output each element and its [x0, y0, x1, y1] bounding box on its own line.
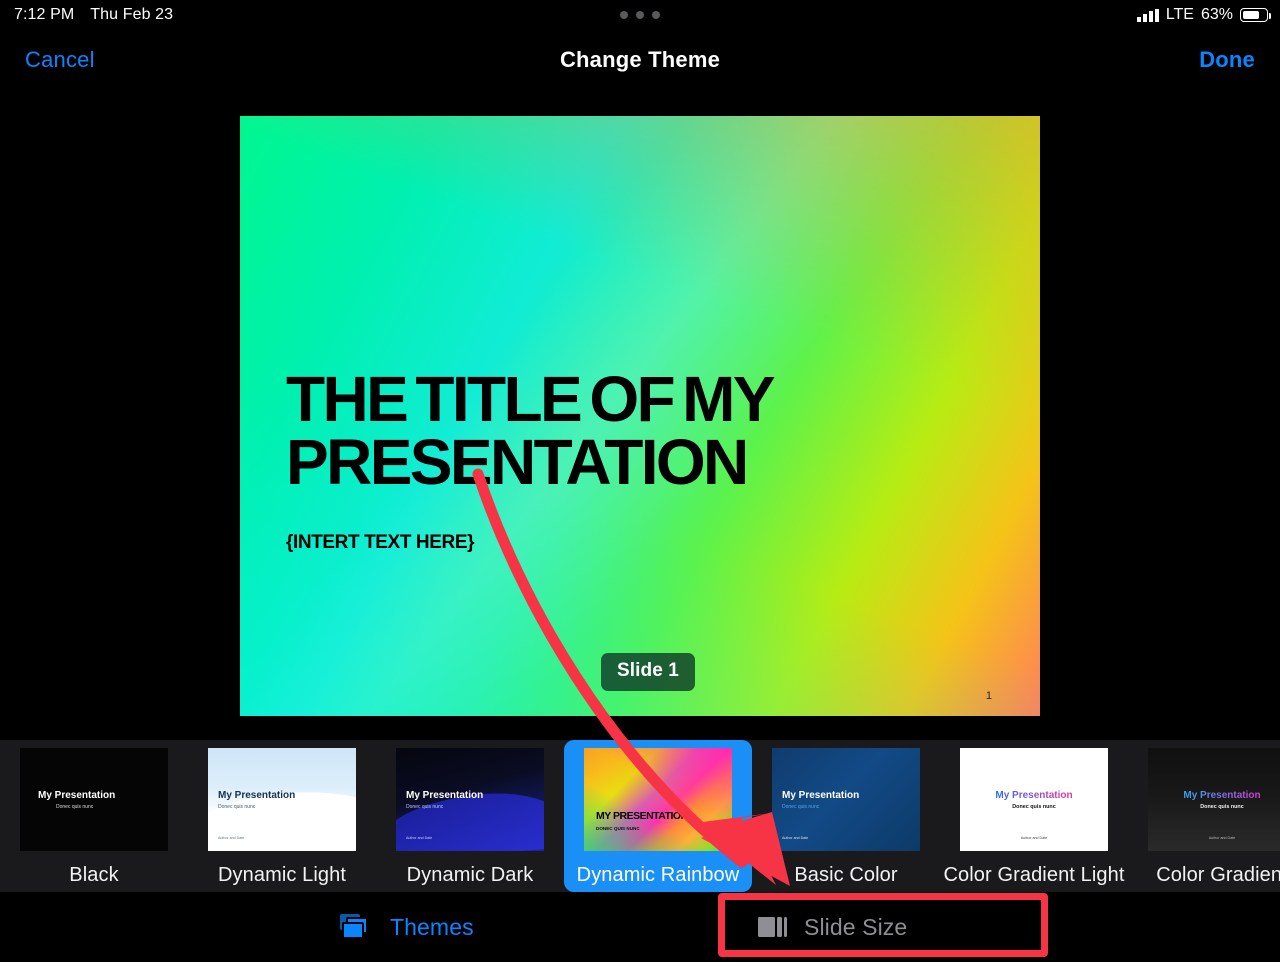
thumb-subtitle: Donec quis nunc: [218, 804, 256, 810]
slide-page-number: 1: [985, 690, 992, 702]
thumb-subtitle: Donec quis nunc: [1012, 804, 1056, 810]
battery-percent-label: 63%: [1200, 6, 1233, 23]
theme-option-basic-color[interactable]: My Presentation Donec quis nunc Author a…: [752, 740, 940, 892]
theme-label: Color Gradient Light: [943, 864, 1125, 886]
theme-picker-strip[interactable]: My Presentation Donec quis nunc Black My…: [0, 740, 1280, 892]
status-date: Thu Feb 23: [90, 6, 174, 23]
theme-label: Dynamic Light: [217, 864, 347, 886]
battery-icon: [1240, 8, 1272, 22]
theme-option-color-gradient-light[interactable]: My Presentation Donec quis nunc Author a…: [940, 740, 1128, 892]
bottom-toolbar: Themes Slide Size: [0, 892, 1280, 962]
page-title: Change Theme: [559, 46, 721, 72]
theme-thumbnail-wrap: My Presentation Donec quis nunc Author a…: [960, 748, 1108, 851]
thumb-subtitle: DONEC QUIS NUNC: [596, 826, 640, 831]
theme-option-dynamic-rainbow[interactable]: MY PRESENTATION DONEC QUIS NUNC Dynamic …: [564, 740, 752, 892]
app-root: 7:12 PM Thu Feb 23 LTE 63% Cancel Change…: [0, 0, 1280, 962]
theme-option-dynamic-light[interactable]: My Presentation Donec quis nunc Author a…: [188, 740, 376, 892]
theme-thumbnail: My Presentation Donec quis nunc Author a…: [772, 748, 920, 851]
thumb-title: My Presentation: [218, 790, 296, 801]
themes-button-label: Themes: [390, 913, 474, 940]
theme-label: Dynamic Dark: [406, 864, 534, 886]
theme-thumbnail: My Presentation Donec quis nunc: [20, 748, 168, 851]
thumb-footer: Author and Date: [1020, 836, 1048, 840]
status-bar-left: 7:12 PM Thu Feb 23: [14, 6, 173, 24]
slide-title[interactable]: THE TITLE OF MY PRESENTATION: [286, 367, 986, 495]
theme-thumbnail: MY PRESENTATION DONEC QUIS NUNC: [584, 748, 732, 851]
theme-option-color-gradient[interactable]: My Presentation Donec quis nunc Author a…: [1128, 740, 1280, 892]
theme-thumbnail-wrap: MY PRESENTATION DONEC QUIS NUNC: [584, 748, 732, 851]
thumb-title: MY PRESENTATION: [596, 810, 688, 822]
theme-label: Basic Color: [794, 864, 898, 886]
thumb-title: My Presentation: [406, 790, 484, 801]
slide-size-button[interactable]: Slide Size: [758, 892, 907, 962]
carrier-label: LTE: [1165, 6, 1194, 23]
theme-thumbnail-wrap: My Presentation Donec quis nunc: [20, 748, 168, 851]
multitask-dots-icon[interactable]: [620, 11, 660, 19]
slide-content: THE TITLE OF MY PRESENTATION {INTERT TEX…: [240, 116, 1040, 716]
thumb-footer: Author and Date: [406, 836, 433, 840]
thumb-title: My Presentation: [995, 790, 1073, 801]
theme-thumbnail: My Presentation Donec quis nunc Author a…: [1148, 748, 1280, 851]
status-time: 7:12 PM: [14, 6, 75, 23]
signal-bars-icon: [1136, 8, 1159, 22]
thumb-footer: Author and Date: [218, 836, 245, 840]
slide-subtitle[interactable]: {INTERT TEXT HERE}: [286, 532, 475, 554]
theme-label: Black: [69, 864, 119, 886]
thumb-title: My Presentation: [1183, 790, 1261, 801]
slide-canvas: THE TITLE OF MY PRESENTATION {INTERT TEX…: [0, 89, 1280, 740]
thumb-subtitle: Donec quis nunc: [406, 804, 444, 810]
slide-size-button-label: Slide Size: [804, 913, 908, 940]
theme-thumbnail-wrap: My Presentation Donec quis nunc Author a…: [772, 748, 920, 851]
nav-bar: Cancel Change Theme Done: [0, 30, 1280, 89]
slide-number-badge: Slide 1: [601, 653, 695, 691]
thumb-title: My Presentation: [38, 790, 116, 801]
thumb-subtitle: Donec quis nunc: [782, 804, 820, 810]
done-button[interactable]: Done: [1199, 47, 1255, 73]
theme-option-dynamic-dark[interactable]: My Presentation Donec quis nunc Author a…: [376, 740, 564, 892]
slide-size-icon: [758, 915, 788, 939]
cancel-button[interactable]: Cancel: [25, 47, 95, 73]
thumb-subtitle: Donec quis nunc: [1200, 804, 1244, 810]
thumb-title: My Presentation: [782, 790, 860, 801]
theme-label: Dynamic Rainbow: [576, 864, 740, 886]
thumb-footer: Author and Date: [782, 836, 809, 840]
theme-option-black[interactable]: My Presentation Donec quis nunc Black: [0, 740, 188, 892]
status-bar: 7:12 PM Thu Feb 23 LTE 63%: [0, 0, 1280, 30]
themes-button[interactable]: Themes: [340, 892, 474, 962]
slides-stack-icon: [340, 914, 374, 940]
theme-label: Color Gradient: [1156, 864, 1280, 886]
status-bar-right: LTE 63%: [1136, 6, 1272, 24]
thumb-subtitle: Donec quis nunc: [56, 804, 94, 810]
thumb-footer: Author and Date: [1208, 836, 1236, 840]
theme-thumbnail: My Presentation Donec quis nunc Author a…: [208, 748, 356, 851]
theme-thumbnail-wrap: My Presentation Donec quis nunc Author a…: [208, 748, 356, 851]
theme-thumbnail-wrap: My Presentation Donec quis nunc Author a…: [1148, 748, 1280, 851]
theme-thumbnail: My Presentation Donec quis nunc Author a…: [960, 748, 1108, 851]
theme-thumbnail-wrap: My Presentation Donec quis nunc Author a…: [396, 748, 544, 851]
slide-preview[interactable]: THE TITLE OF MY PRESENTATION {INTERT TEX…: [240, 116, 1040, 716]
theme-thumbnail: My Presentation Donec quis nunc Author a…: [396, 748, 544, 851]
